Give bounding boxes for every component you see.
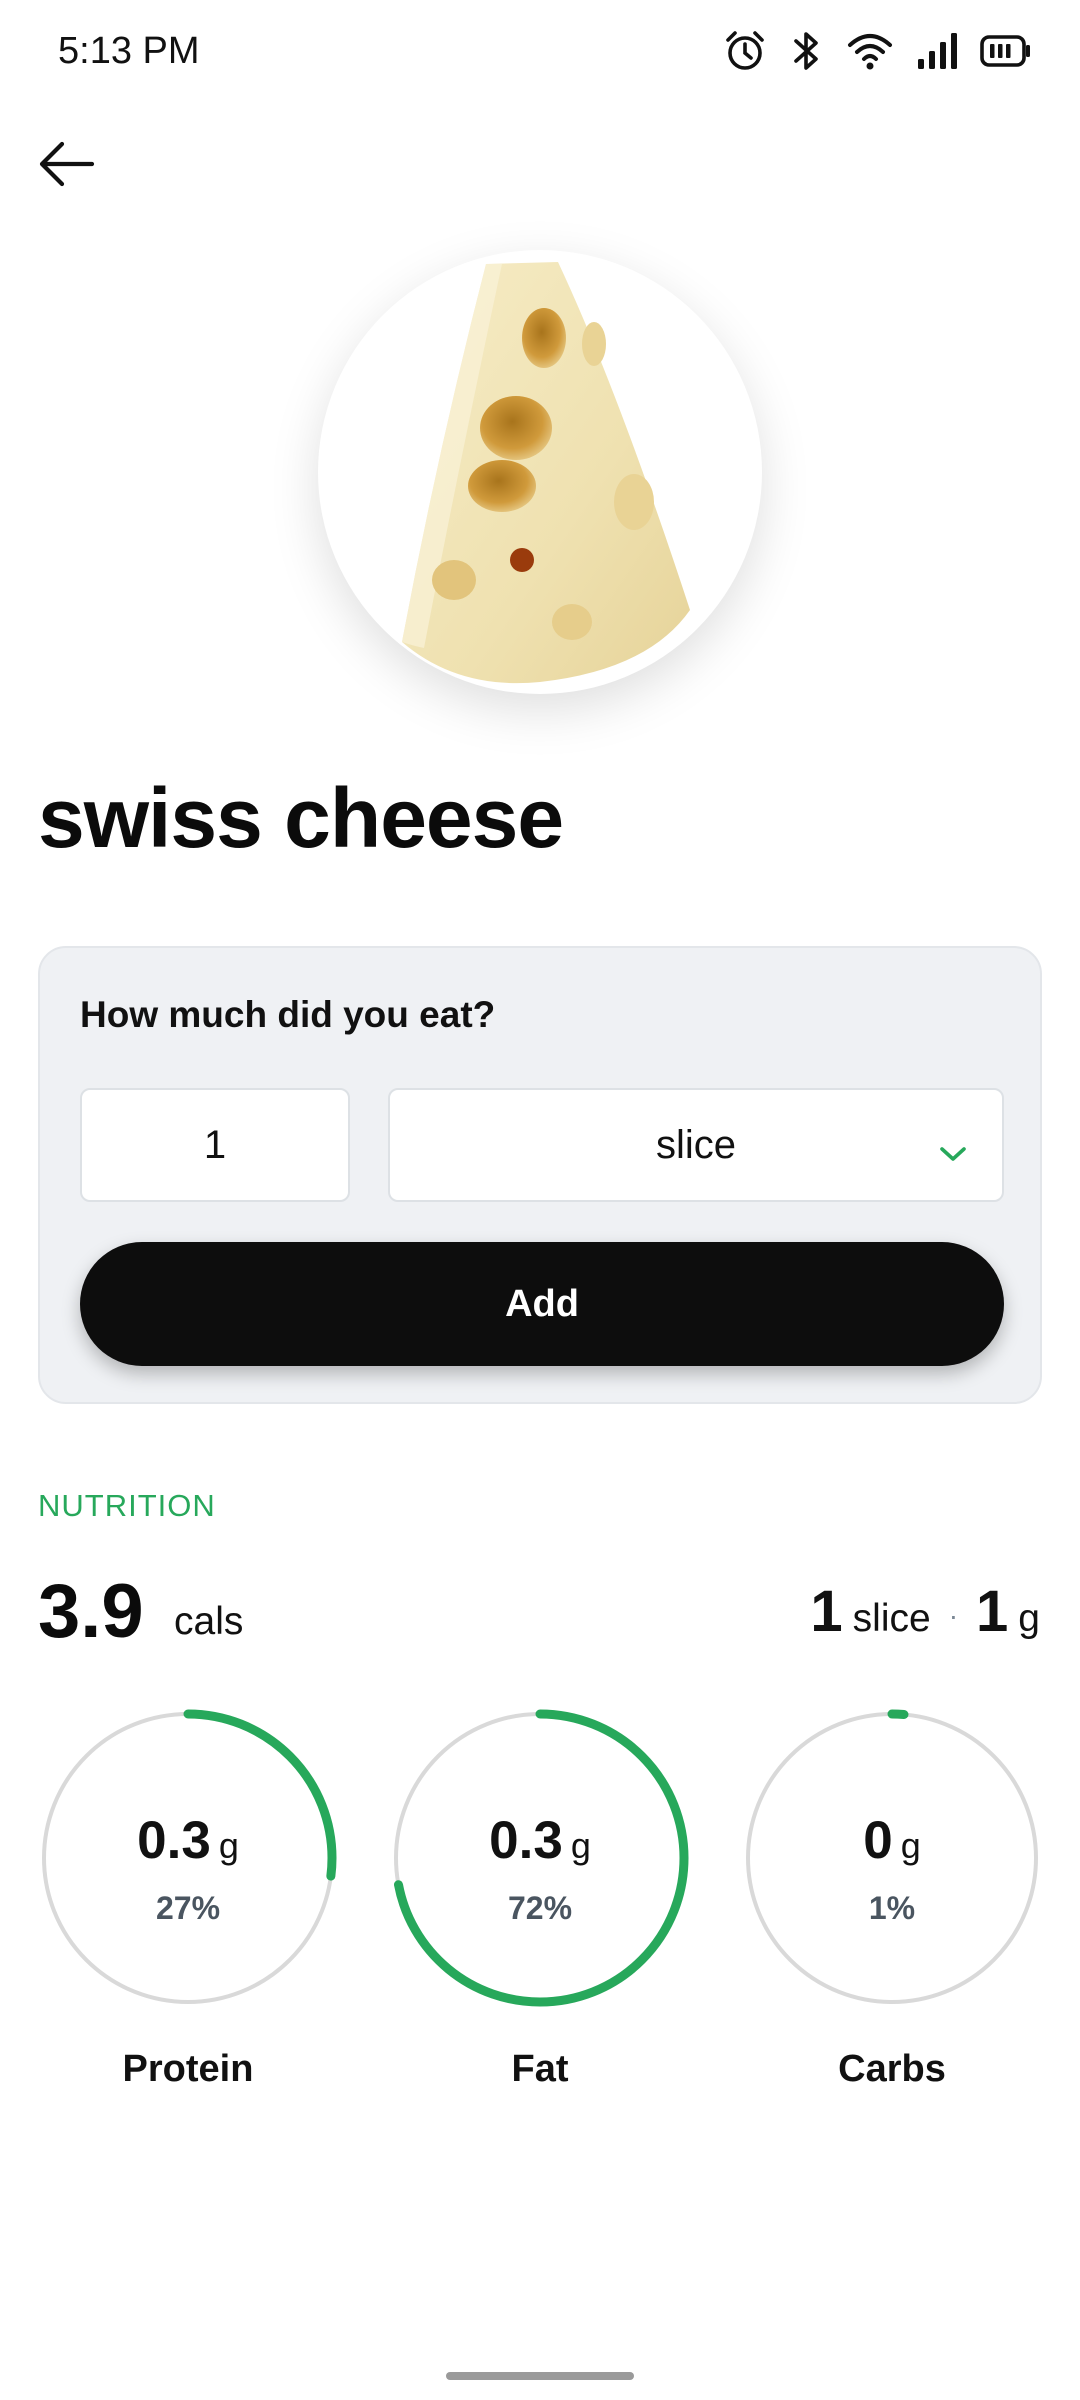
portion-card: How much did you eat? 1 slice Add — [38, 946, 1042, 1404]
macro-protein: 0.3 g 27% Protein — [38, 1708, 338, 2090]
carbs-amount: 0 — [863, 1811, 893, 1870]
signal-icon — [916, 31, 958, 71]
carbs-unit: g — [900, 1825, 921, 1866]
fat-amount: 0.3 — [489, 1811, 563, 1870]
serving-weight: 1 — [976, 1579, 1009, 1644]
protein-percent: 27% — [155, 1890, 221, 1926]
macro-carbs: 0g 1% Carbs — [742, 1708, 1042, 2090]
serving-qty: 1 — [810, 1579, 843, 1644]
unit-select[interactable]: slice — [388, 1088, 1004, 1202]
fat-label: Fat — [511, 2048, 569, 2090]
serving-info: 1 slice · 1 g — [810, 1578, 1040, 1645]
home-indicator[interactable] — [446, 2372, 634, 2380]
macro-fat: 0.3 g 72% Fat — [390, 1708, 690, 2090]
protein-unit: g — [218, 1825, 239, 1866]
protein-amount: 0.3 — [137, 1811, 211, 1870]
status-time: 5:13 PM — [58, 30, 200, 72]
back-button[interactable] — [30, 130, 102, 202]
calories-unit: cals — [174, 1600, 244, 1643]
protein-amount-row: 0.3 g — [38, 1810, 338, 1871]
food-title: swiss cheese — [38, 771, 564, 865]
carbs-percent: 1% — [868, 1890, 916, 1926]
fat-percent: 72% — [507, 1890, 573, 1926]
nutrition-heading: NUTRITION — [38, 1488, 216, 1523]
food-image — [318, 250, 762, 694]
serving-separator: · — [948, 1600, 959, 1631]
portion-question: How much did you eat? — [80, 994, 496, 1035]
battery-icon — [980, 33, 1032, 69]
wifi-icon — [846, 31, 894, 71]
unit-select-value: slice — [655, 1122, 737, 1167]
carbs-amount-row: 0g — [742, 1810, 1042, 1871]
back-arrow-icon — [36, 140, 96, 193]
add-button[interactable]: Add — [80, 1242, 1004, 1366]
chevron-down-icon — [938, 1130, 968, 1175]
serving-unit: slice — [852, 1597, 931, 1640]
protein-label: Protein — [122, 2048, 254, 2090]
serving-weight-unit: g — [1018, 1597, 1040, 1640]
bluetooth-icon — [790, 28, 824, 74]
calories-value: 3.9 — [38, 1569, 144, 1654]
carbs-label: Carbs — [838, 2048, 946, 2090]
alarm-icon — [722, 28, 768, 74]
fat-amount-row: 0.3 g — [390, 1810, 690, 1871]
status-bar: 5:13 PM — [0, 0, 1080, 110]
quantity-input[interactable]: 1 — [80, 1088, 350, 1202]
status-icons — [722, 28, 1032, 74]
fat-unit: g — [570, 1825, 591, 1866]
